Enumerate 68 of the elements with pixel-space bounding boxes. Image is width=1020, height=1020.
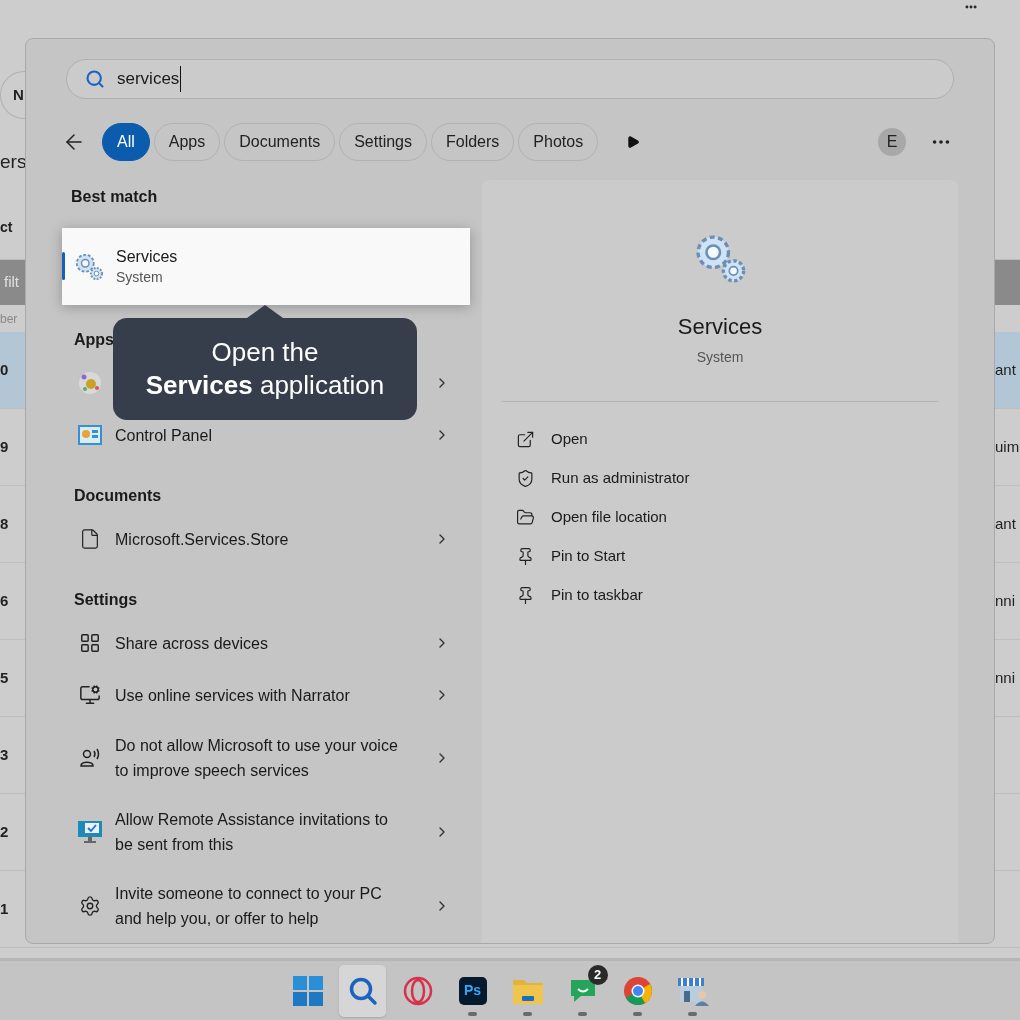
result-title: Do not allow Microsoft to use your voice to improve speech services — [115, 736, 399, 781]
result-item[interactable]: Use online services with Narrator — [62, 669, 470, 721]
shop-icon — [676, 975, 709, 1006]
search-field[interactable]: services — [66, 59, 954, 99]
table-cell-text: nni — [995, 667, 1017, 688]
control-panel-icon — [77, 424, 103, 446]
action-item[interactable]: Pin to Start — [502, 537, 938, 576]
taskbar-button[interactable]: 2 — [559, 964, 606, 1017]
pin-icon — [516, 547, 535, 566]
settings-icon — [79, 895, 101, 917]
best-match-result[interactable]: Services System — [62, 228, 470, 305]
section-heading: Settings — [73, 590, 138, 610]
table-cell-text: nni — [995, 590, 1017, 611]
result-title: Microsoft.Services.Store — [115, 529, 290, 550]
devices-icon — [79, 632, 101, 654]
action-item[interactable]: Run as administrator — [502, 459, 938, 498]
section-heading: Documents — [73, 486, 162, 506]
result-title: Use online services with Narrator — [115, 685, 351, 706]
action-item[interactable]: Open — [502, 420, 938, 459]
play-icon[interactable] — [626, 135, 641, 149]
section-heading: Apps — [73, 330, 114, 350]
preview-title: Services — [677, 313, 763, 341]
taskbar-button[interactable] — [339, 964, 386, 1017]
result-item[interactable]: Invite someone to connect to your PC and help you, or offer to help — [62, 869, 470, 943]
open-icon — [516, 430, 535, 449]
monitor-icon — [79, 684, 101, 706]
photoshop-icon: Ps — [458, 976, 487, 1005]
pin-icon — [516, 586, 535, 605]
notification-badge: 2 — [587, 964, 608, 985]
browser-icon — [622, 975, 653, 1006]
shield-icon — [516, 469, 535, 488]
action-item[interactable]: Pin to taskbar — [502, 576, 938, 615]
search-value: services — [117, 66, 182, 92]
result-title: Invite someone to connect to your PC and help you, or offer to help — [115, 884, 383, 929]
filter-tab[interactable]: All — [102, 123, 150, 161]
result-subtitle: System — [116, 267, 164, 287]
result-title: Share across devices — [115, 633, 269, 654]
monitor-icon — [77, 820, 103, 844]
table-header: ber — [0, 310, 18, 328]
callout-tooltip: Open the Services application — [113, 305, 417, 420]
table-cell-text: uim — [995, 436, 1020, 457]
table-cell-text: ant — [995, 513, 1017, 534]
taskbar-button[interactable]: Ps — [449, 964, 496, 1017]
document-icon — [79, 528, 101, 550]
services-gears-icon — [693, 232, 747, 286]
ring-icon — [402, 975, 433, 1006]
result-item[interactable]: Share across devices — [62, 617, 470, 669]
result-title: Control Panel — [115, 425, 213, 446]
result-item[interactable]: Do not allow Microsoft to use your voice to improve speech services — [62, 721, 470, 795]
result-item[interactable]: Microsoft.Services.Store — [62, 513, 470, 565]
windows-logo-icon — [292, 975, 323, 1006]
account-avatar[interactable]: E — [878, 128, 906, 156]
page-heading: ers — [0, 150, 27, 175]
result-title: Services — [116, 246, 178, 267]
search-icon — [85, 69, 105, 89]
preview-subtitle: System — [696, 348, 744, 367]
gears-icon — [74, 251, 104, 282]
section-heading: Best match — [70, 187, 158, 207]
result-title: Allow Remote Assistance invitations to be sent from this — [115, 810, 389, 855]
speaking-person-icon — [79, 747, 101, 769]
molecule-icon — [78, 371, 102, 395]
column-label: ct — [0, 217, 13, 237]
result-item[interactable]: Allow Remote Assistance invitations to be sent from this — [62, 795, 470, 869]
folder-icon — [516, 508, 535, 527]
search-icon — [347, 975, 378, 1006]
action-item[interactable]: Open file location — [502, 498, 938, 537]
table-cell: ant — [995, 332, 1020, 408]
table-cell: 0 — [0, 332, 25, 408]
